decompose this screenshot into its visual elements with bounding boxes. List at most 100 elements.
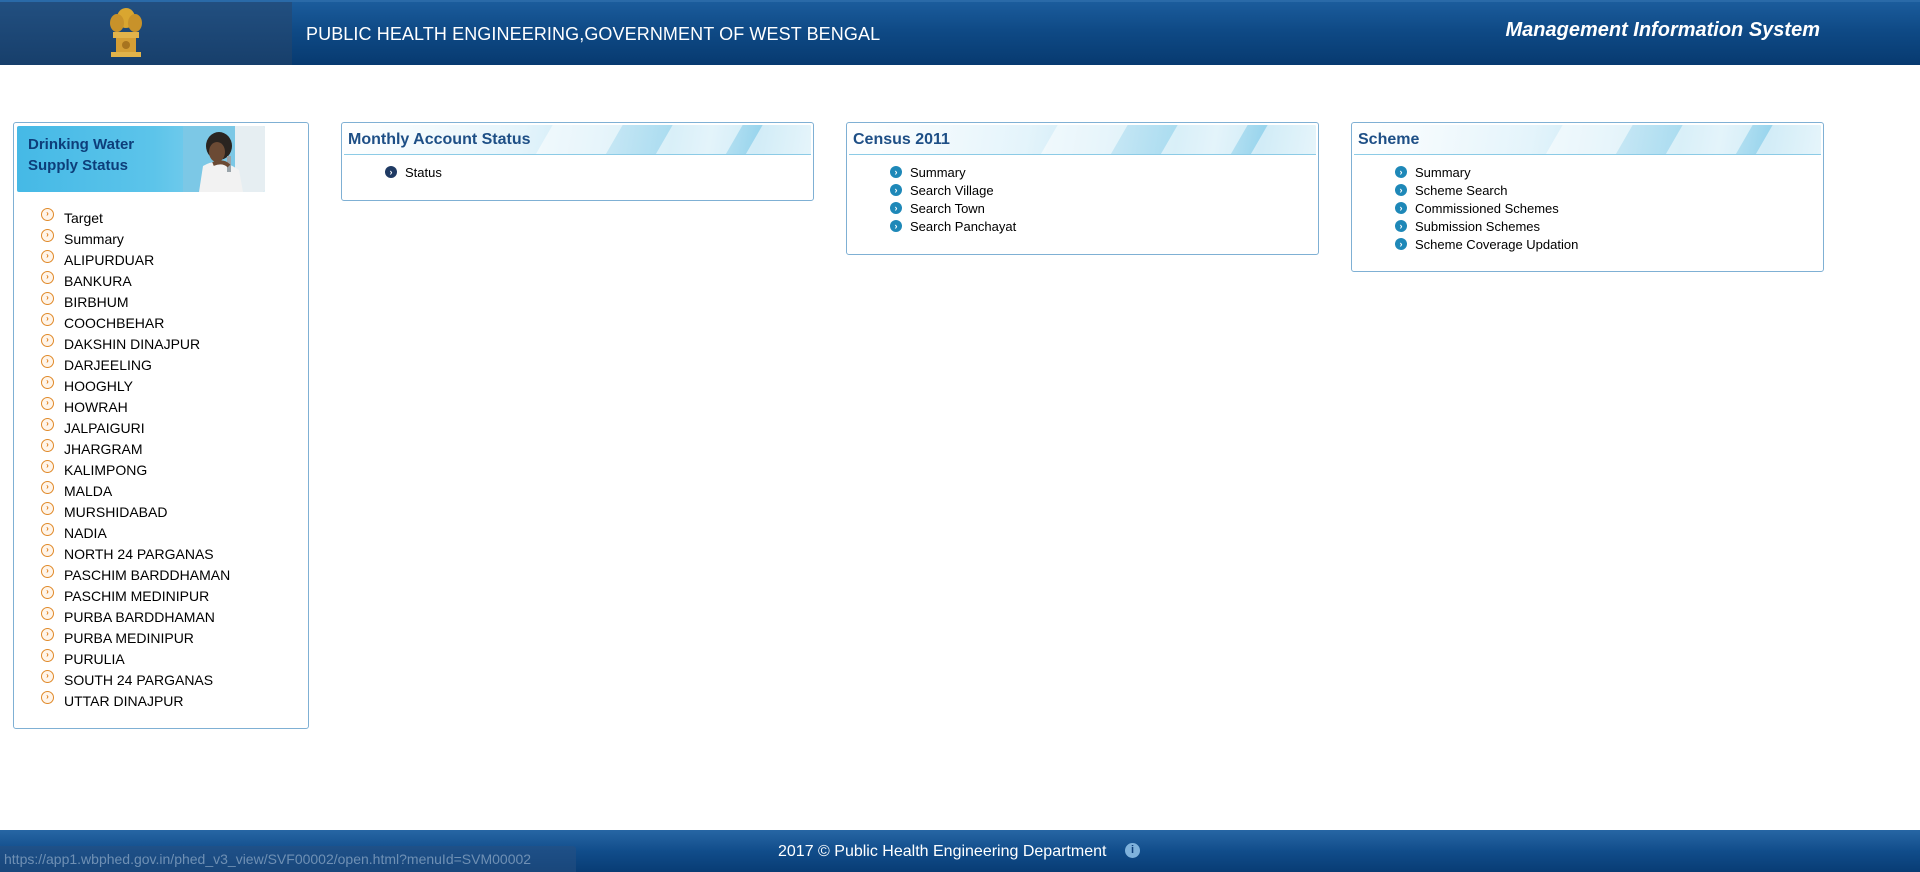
- drinking-water-panel: Drinking Water Supply Status › Target › Sum…: [13, 122, 309, 729]
- arrow-bullet-icon: ›: [41, 544, 54, 557]
- scheme-panel: Scheme › Summary › Scheme Search › Commission…: [1351, 122, 1824, 272]
- list-item-link[interactable]: › Scheme Coverage Updation: [1395, 235, 1823, 253]
- link-label[interactable]: Search Town: [910, 201, 985, 216]
- link-label[interactable]: ALIPURDUAR: [64, 252, 154, 268]
- link-label[interactable]: PASCHIM MEDINIPUR: [64, 588, 209, 604]
- link-label[interactable]: Target: [64, 210, 103, 226]
- list-item-link[interactable]: › JALPAIGURI: [41, 417, 230, 438]
- list-item-link[interactable]: › Submission Schemes: [1395, 217, 1823, 235]
- link-label[interactable]: Commissioned Schemes: [1415, 201, 1559, 216]
- link-label[interactable]: UTTAR DINAJPUR: [64, 693, 184, 709]
- list-item-link[interactable]: › JHARGRAM: [41, 438, 230, 459]
- link-label[interactable]: KALIMPONG: [64, 462, 147, 478]
- list-item-link[interactable]: › NORTH 24 PARGANAS: [41, 543, 230, 564]
- list-item-link[interactable]: › PASCHIM BARDDHAMAN: [41, 564, 230, 585]
- list-item-link[interactable]: › PASCHIM MEDINIPUR: [41, 585, 230, 606]
- list-item-link[interactable]: › ALIPURDUAR: [41, 249, 230, 270]
- panel-title: Scheme: [1358, 131, 1420, 148]
- arrow-bullet-icon: ›: [890, 166, 902, 178]
- link-label[interactable]: Submission Schemes: [1415, 219, 1540, 234]
- panel-header: Scheme: [1354, 125, 1821, 155]
- link-label[interactable]: NADIA: [64, 525, 107, 541]
- list-item-link[interactable]: › SOUTH 24 PARGANAS: [41, 669, 230, 690]
- link-label[interactable]: PURBA BARDDHAMAN: [64, 609, 215, 625]
- arrow-bullet-icon: ›: [1395, 184, 1407, 196]
- arrow-bullet-icon: ›: [41, 208, 54, 221]
- arrow-bullet-icon: ›: [41, 313, 54, 326]
- link-label[interactable]: PURULIA: [64, 651, 125, 667]
- system-name: Management Information System: [1505, 19, 1820, 41]
- panel-header: Monthly Account Status: [344, 125, 811, 155]
- list-item-link[interactable]: › Target: [41, 207, 230, 228]
- list-item-link[interactable]: › UTTAR DINAJPUR: [41, 690, 230, 711]
- list-item-link[interactable]: › MURSHIDABAD: [41, 501, 230, 522]
- arrow-bullet-icon: ›: [385, 166, 397, 178]
- arrow-bullet-icon: ›: [41, 565, 54, 578]
- list-item-link[interactable]: › KALIMPONG: [41, 459, 230, 480]
- list-item-link[interactable]: › HOOGHLY: [41, 375, 230, 396]
- link-label[interactable]: PASCHIM BARDDHAMAN: [64, 567, 230, 583]
- link-label[interactable]: BANKURA: [64, 273, 132, 289]
- list-item-link[interactable]: › Search Panchayat: [890, 217, 1318, 235]
- list-item-link[interactable]: › Summary: [1395, 163, 1823, 181]
- monthly-account-links: › Status: [342, 155, 813, 181]
- list-item-link[interactable]: › Scheme Search: [1395, 181, 1823, 199]
- list-item-link[interactable]: › Commissioned Schemes: [1395, 199, 1823, 217]
- arrow-bullet-icon: ›: [41, 691, 54, 704]
- link-label[interactable]: JALPAIGURI: [64, 420, 145, 436]
- drinking-water-banner[interactable]: Drinking Water Supply Status: [17, 126, 265, 192]
- arrow-bullet-icon: ›: [41, 607, 54, 620]
- arrow-bullet-icon: ›: [41, 586, 54, 599]
- info-icon[interactable]: i: [1125, 843, 1140, 858]
- arrow-bullet-icon: ›: [1395, 202, 1407, 214]
- link-label[interactable]: DARJEELING: [64, 357, 152, 373]
- link-label[interactable]: Search Panchayat: [910, 219, 1016, 234]
- link-label[interactable]: Status: [405, 165, 442, 180]
- arrow-bullet-icon: ›: [41, 334, 54, 347]
- list-item-link[interactable]: › PURBA MEDINIPUR: [41, 627, 230, 648]
- link-label[interactable]: Summary: [1415, 165, 1471, 180]
- list-item-link[interactable]: › Summary: [41, 228, 230, 249]
- link-label[interactable]: Summary: [64, 231, 124, 247]
- arrow-bullet-icon: ›: [41, 523, 54, 536]
- link-label[interactable]: MURSHIDABAD: [64, 504, 167, 520]
- list-item-link[interactable]: › MALDA: [41, 480, 230, 501]
- link-label[interactable]: Search Village: [910, 183, 994, 198]
- list-item-link[interactable]: › Status: [385, 163, 813, 181]
- arrow-bullet-icon: ›: [1395, 238, 1407, 250]
- link-label[interactable]: JHARGRAM: [64, 441, 143, 457]
- list-item-link[interactable]: › Summary: [890, 163, 1318, 181]
- page-title: PUBLIC HEALTH ENGINEERING,GOVERNMENT OF …: [306, 24, 881, 44]
- list-item-link[interactable]: › PURBA BARDDHAMAN: [41, 606, 230, 627]
- banner-line-1: Drinking Water: [28, 136, 135, 153]
- link-label[interactable]: PURBA MEDINIPUR: [64, 630, 194, 646]
- link-label[interactable]: HOOGHLY: [64, 378, 133, 394]
- list-item-link[interactable]: › HOWRAH: [41, 396, 230, 417]
- link-label[interactable]: DAKSHIN DINAJPUR: [64, 336, 200, 352]
- list-item-link[interactable]: › DAKSHIN DINAJPUR: [41, 333, 230, 354]
- link-label[interactable]: COOCHBEHAR: [64, 315, 164, 331]
- list-item-link[interactable]: › BANKURA: [41, 270, 230, 291]
- panel-title: Monthly Account Status: [348, 131, 531, 148]
- link-label[interactable]: Scheme Search: [1415, 183, 1508, 198]
- arrow-bullet-icon: ›: [41, 376, 54, 389]
- link-label[interactable]: BIRBHUM: [64, 294, 129, 310]
- arrow-bullet-icon: ›: [41, 628, 54, 641]
- link-label[interactable]: MALDA: [64, 483, 112, 499]
- list-item-link[interactable]: › COOCHBEHAR: [41, 312, 230, 333]
- link-label[interactable]: NORTH 24 PARGANAS: [64, 546, 214, 562]
- scheme-links: › Summary › Scheme Search › Commissioned Sche…: [1352, 155, 1823, 253]
- link-label[interactable]: Summary: [910, 165, 966, 180]
- list-item-link[interactable]: › BIRBHUM: [41, 291, 230, 312]
- link-label[interactable]: Scheme Coverage Updation: [1415, 237, 1578, 252]
- arrow-bullet-icon: ›: [41, 670, 54, 683]
- link-label[interactable]: HOWRAH: [64, 399, 128, 415]
- list-item-link[interactable]: › Search Town: [890, 199, 1318, 217]
- list-item-link[interactable]: › PURULIA: [41, 648, 230, 669]
- list-item-link[interactable]: › DARJEELING: [41, 354, 230, 375]
- list-item-link[interactable]: › NADIA: [41, 522, 230, 543]
- arrow-bullet-icon: ›: [890, 220, 902, 232]
- arrow-bullet-icon: ›: [41, 250, 54, 263]
- link-label[interactable]: SOUTH 24 PARGANAS: [64, 672, 213, 688]
- list-item-link[interactable]: › Search Village: [890, 181, 1318, 199]
